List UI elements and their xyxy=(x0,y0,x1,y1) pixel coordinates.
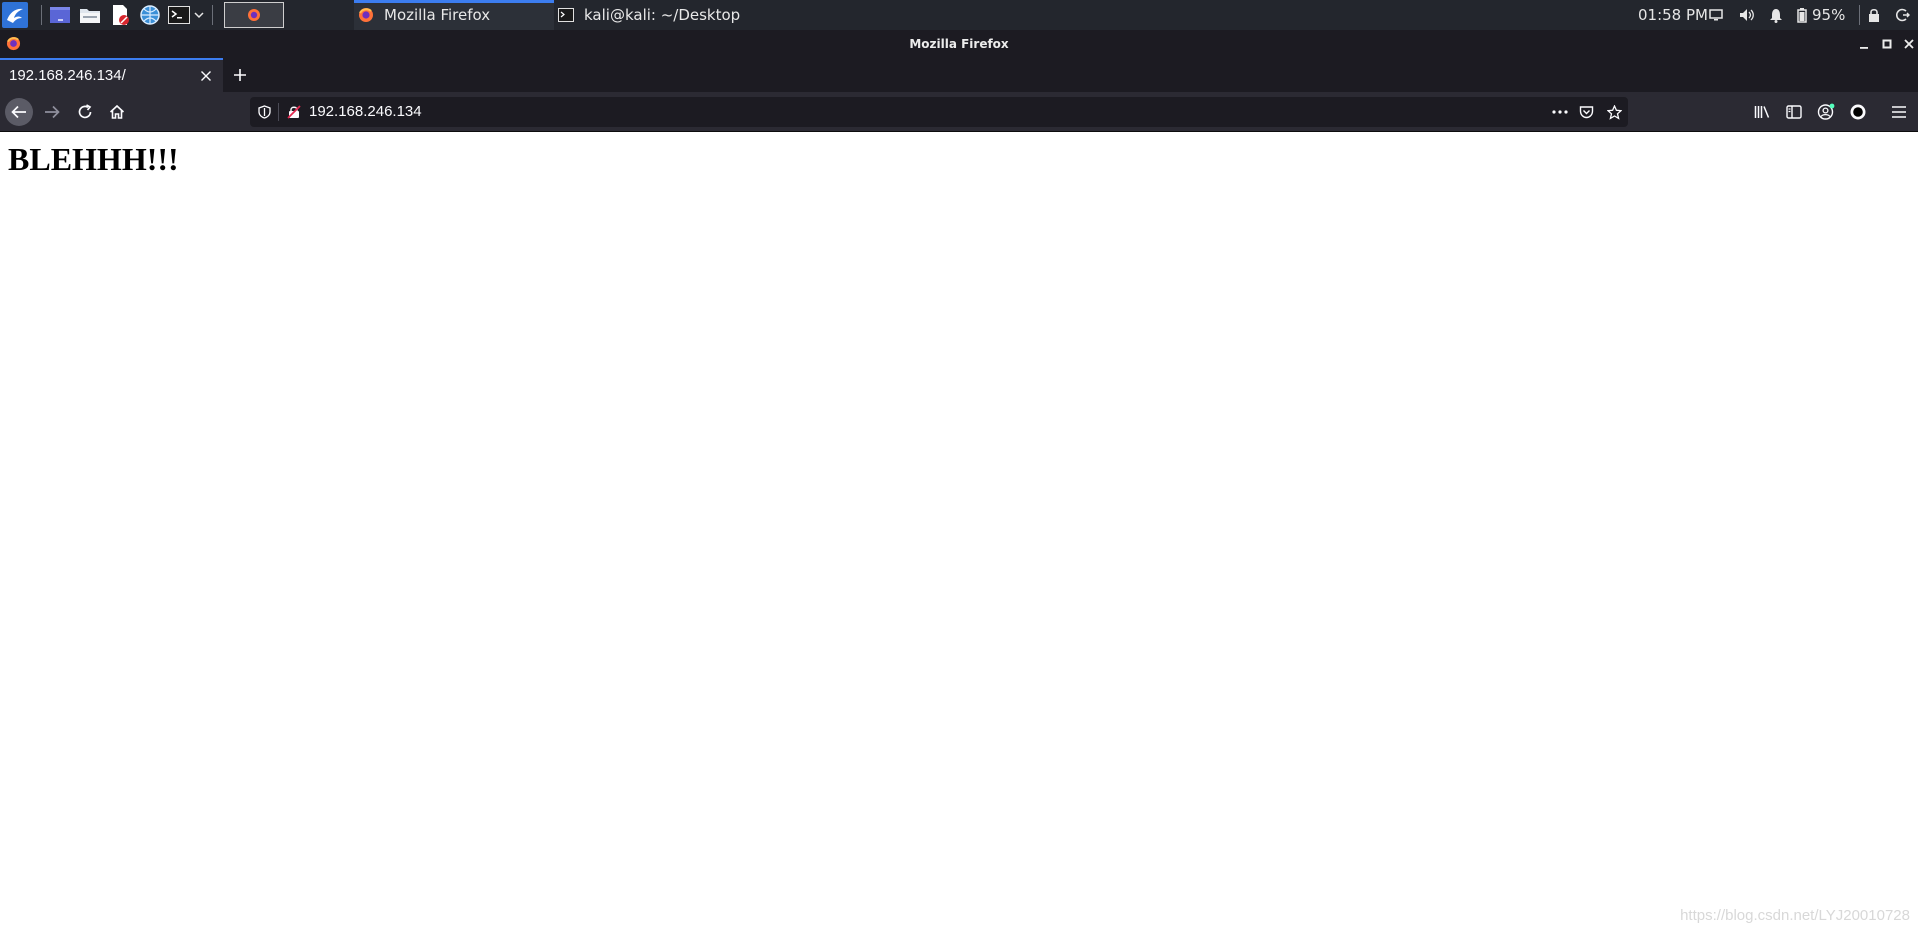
logout-icon[interactable] xyxy=(1893,0,1913,30)
back-button[interactable] xyxy=(5,98,33,126)
window-titlebar[interactable]: Mozilla Firefox xyxy=(0,30,1918,58)
taskbar-item-terminal[interactable]: kali@kali: ~/Desktop xyxy=(554,0,754,30)
text-editor-icon[interactable] xyxy=(109,4,131,26)
chevron-down-icon[interactable] xyxy=(192,4,206,26)
panel-separator xyxy=(212,5,213,25)
file-manager-icon[interactable] xyxy=(79,4,101,26)
url-bar[interactable]: 192.168.246.134 xyxy=(250,97,1628,127)
close-window-button[interactable] xyxy=(1901,36,1917,52)
lock-icon[interactable] xyxy=(1864,0,1884,30)
tab-strip: 192.168.246.134/ xyxy=(0,58,1918,92)
watermark: https://blog.csdn.net/LYJ20010728 xyxy=(1680,907,1910,924)
library-icon[interactable] xyxy=(1752,102,1772,122)
terminal-icon xyxy=(558,8,574,22)
minimize-button[interactable] xyxy=(1856,36,1872,52)
workspace-icon[interactable] xyxy=(49,4,71,26)
tab-active[interactable]: 192.168.246.134/ xyxy=(0,58,223,92)
insecure-connection-icon[interactable] xyxy=(286,104,302,120)
battery-percentage: 95% xyxy=(1812,6,1846,24)
navigation-toolbar: 192.168.246.134 xyxy=(0,92,1918,132)
maximize-button[interactable] xyxy=(1879,36,1895,52)
tracking-protection-shield-icon[interactable] xyxy=(256,104,272,120)
page-actions-ellipsis-icon[interactable] xyxy=(1550,104,1570,120)
page-content: BLEHHH!!! https://blog.csdn.net/LYJ20010… xyxy=(0,133,1918,936)
terminal-icon[interactable] xyxy=(167,4,191,26)
taskbar-active-indicator xyxy=(354,0,554,3)
window-title: Mozilla Firefox xyxy=(909,37,1009,51)
clock[interactable]: 01:58 PM xyxy=(1638,0,1708,30)
sidebar-toggle-icon[interactable] xyxy=(1784,102,1804,122)
firefox-icon xyxy=(358,7,374,23)
bookmark-star-icon[interactable] xyxy=(1606,104,1622,120)
network-icon[interactable] xyxy=(139,4,161,26)
system-panel: Mozilla Firefox kali@kali: ~/Desktop 01:… xyxy=(0,0,1918,30)
close-tab-icon[interactable] xyxy=(197,67,215,85)
extension-icon[interactable] xyxy=(1848,102,1868,122)
new-tab-button[interactable] xyxy=(228,63,252,87)
url-bar-separator xyxy=(278,103,279,121)
url-text[interactable]: 192.168.246.134 xyxy=(309,97,422,127)
taskbar-item-label: kali@kali: ~/Desktop xyxy=(584,6,741,24)
volume-icon[interactable] xyxy=(1737,0,1757,30)
display-icon[interactable] xyxy=(1706,0,1726,30)
reload-button[interactable] xyxy=(71,98,99,126)
workspace-switcher-firefox[interactable] xyxy=(224,2,284,28)
kali-dragon-icon[interactable] xyxy=(2,2,28,28)
forward-button[interactable] xyxy=(38,98,66,126)
account-icon[interactable] xyxy=(1816,102,1836,122)
page-heading: BLEHHH!!! xyxy=(8,141,179,177)
pocket-icon[interactable] xyxy=(1578,104,1594,120)
hamburger-menu-icon[interactable] xyxy=(1889,102,1909,122)
panel-separator xyxy=(41,5,42,25)
panel-separator xyxy=(1859,5,1860,25)
battery-icon[interactable] xyxy=(1794,0,1810,30)
taskbar-item-firefox[interactable]: Mozilla Firefox xyxy=(354,0,554,30)
notification-bell-icon[interactable] xyxy=(1766,0,1786,30)
taskbar-item-label: Mozilla Firefox xyxy=(384,6,491,24)
home-button[interactable] xyxy=(103,98,131,126)
tab-title: 192.168.246.134/ xyxy=(9,67,126,84)
